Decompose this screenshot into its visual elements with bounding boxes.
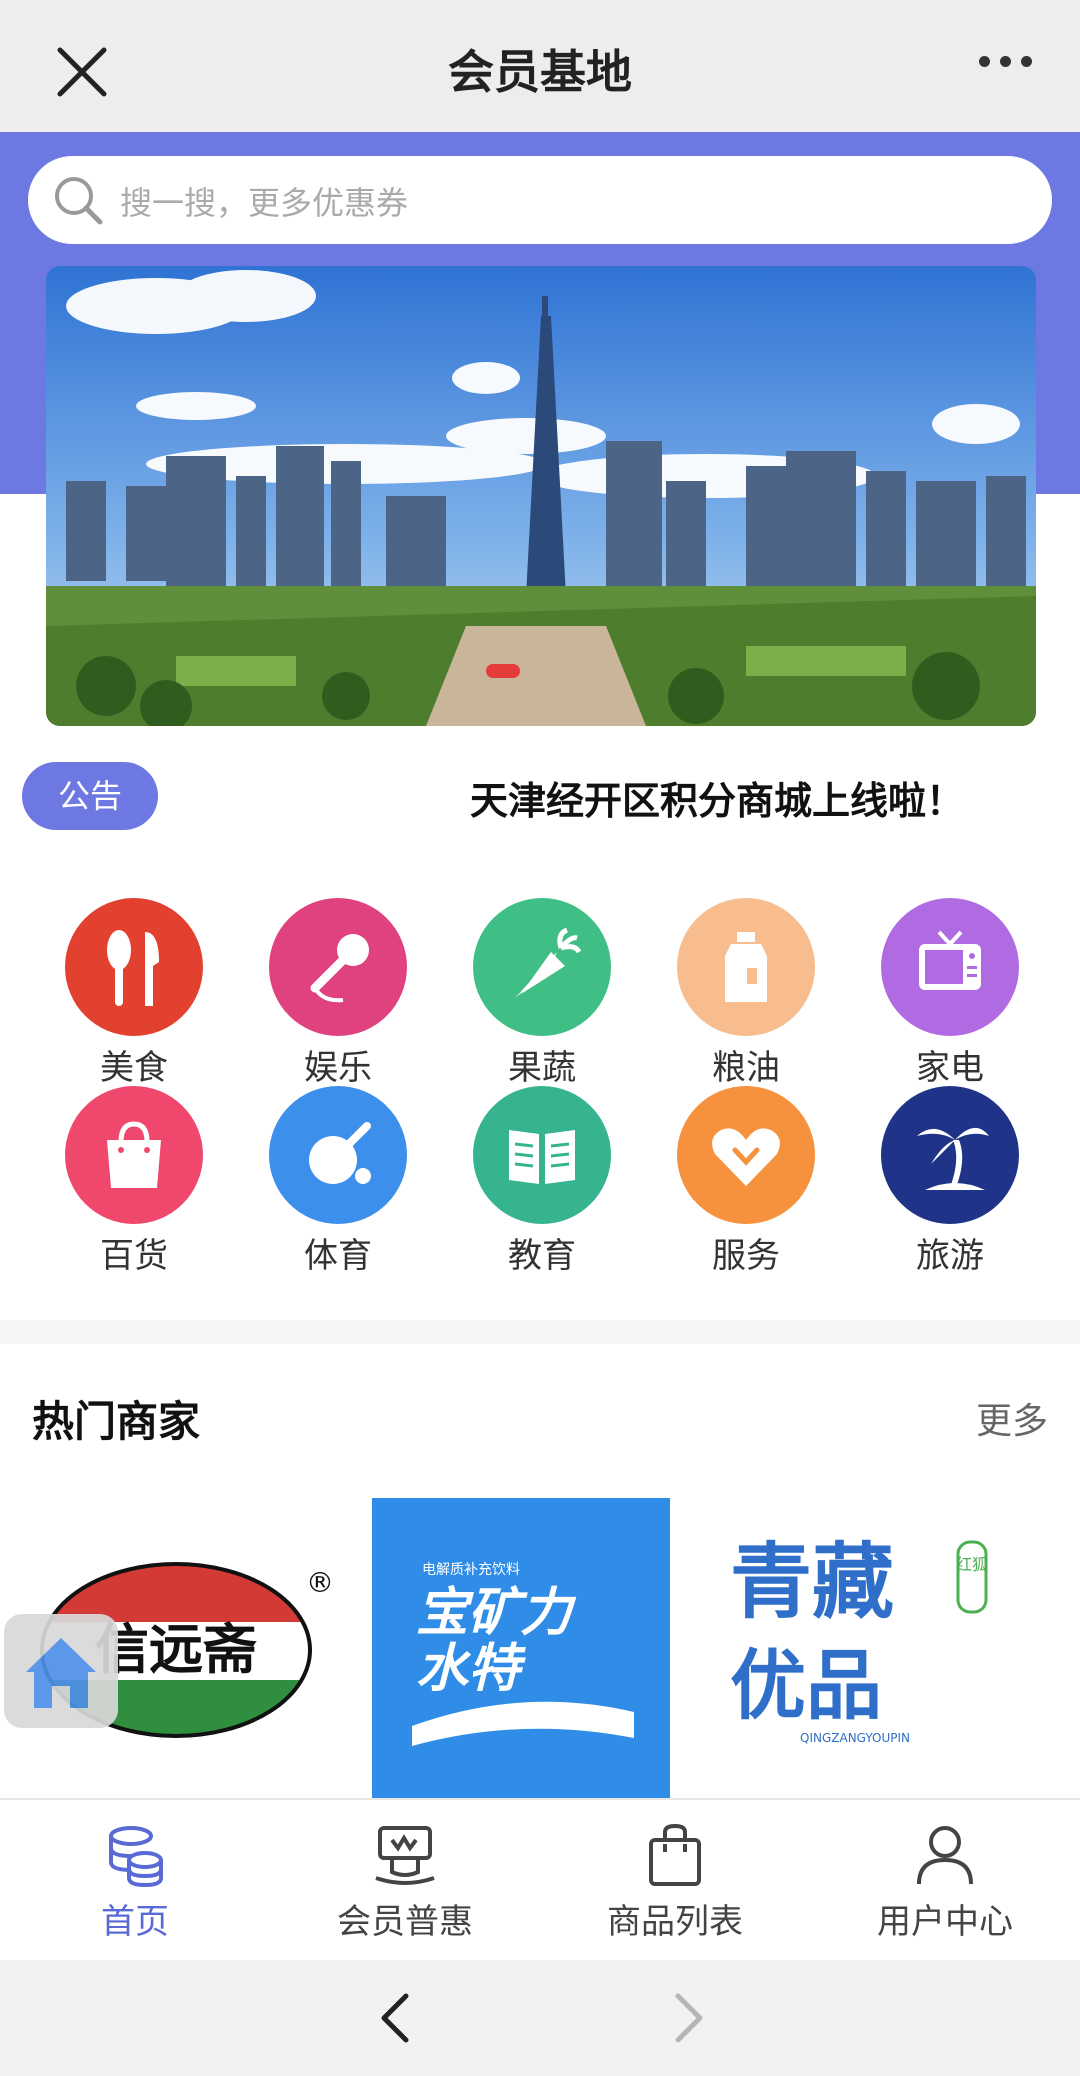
city-skyline-image [46, 266, 1036, 726]
banner-carousel[interactable] [46, 266, 1036, 726]
heart-icon [677, 1086, 815, 1224]
floating-home-button[interactable] [4, 1614, 118, 1728]
bottom-navigation: 首页 会员普惠 商品列表 用户中心 [0, 1798, 1080, 1962]
category-label: 服务 [712, 1236, 780, 1276]
nav-label: 会员普惠 [337, 1902, 473, 1942]
merchant-name-line2: 水特 [416, 1639, 526, 1699]
notice-badge: 公告 [22, 762, 158, 830]
section-divider [0, 1320, 1080, 1344]
more-link[interactable]: 更多 [976, 1392, 1048, 1444]
tv-icon [881, 898, 1019, 1036]
page-title: 会员基地 [448, 45, 632, 99]
vip-icon [375, 1826, 435, 1885]
carousel-indicator[interactable] [486, 664, 520, 678]
browser-toolbar [0, 1960, 1080, 2076]
merchant-carousel: 信远斋 ® 电解质补充饮料 宝矿力 水特 青藏 优品 红狐 QINGZANGYO… [0, 1498, 1080, 1798]
nav-user-center[interactable]: 用户中心 [810, 1822, 1080, 1943]
search-bar[interactable]: 搜一搜，更多优惠券 [28, 156, 1052, 244]
title-bar: 会员基地 [0, 0, 1080, 132]
book-icon [473, 1086, 611, 1224]
merchant-name-line2: 优品 [730, 1641, 882, 1730]
category-service[interactable]: 服务 [644, 1086, 848, 1277]
nav-label: 用户中心 [877, 1902, 1013, 1942]
nav-product-list[interactable]: 商品列表 [540, 1822, 810, 1943]
svg-text:®: ® [306, 1566, 334, 1599]
user-icon [917, 1826, 973, 1885]
nav-label: 商品列表 [607, 1902, 743, 1942]
category-label: 粮油 [712, 1048, 780, 1088]
category-sports[interactable]: 体育 [236, 1086, 440, 1277]
nav-home[interactable]: 首页 [0, 1822, 270, 1943]
hot-merchants-title: 热门商家 [32, 1397, 201, 1446]
nav-label: 首页 [101, 1902, 169, 1942]
search-icon [55, 177, 103, 225]
merchant-sub: QINGZANGYOUPIN [800, 1731, 910, 1745]
category-department[interactable]: 百货 [32, 1086, 236, 1277]
category-education[interactable]: 教育 [440, 1086, 644, 1277]
qingzang-logo: 青藏 优品 红狐 QINGZANGYOUPIN [730, 1535, 988, 1745]
category-food[interactable]: 美食 [32, 898, 236, 1089]
shopping-bag-icon [65, 1086, 203, 1224]
forward-arrow-icon[interactable] [664, 1990, 714, 2046]
merchant-card-pocari[interactable]: 电解质补充饮料 宝矿力 水特 [372, 1498, 670, 1798]
bag-icon [649, 1823, 701, 1886]
category-label: 百货 [100, 1236, 168, 1276]
coins-icon [109, 1826, 163, 1888]
category-entertainment[interactable]: 娱乐 [236, 898, 440, 1089]
category-travel[interactable]: 旅游 [848, 1086, 1052, 1277]
merchant-name: 信远斋 [95, 1617, 257, 1681]
notice-text[interactable]: 天津经开区积分商城上线啦！ [470, 770, 964, 825]
search-input[interactable]: 搜一搜，更多优惠券 [120, 178, 408, 224]
category-label: 果蔬 [508, 1048, 576, 1088]
category-produce[interactable]: 果蔬 [440, 898, 644, 1089]
merchant-name-line1: 宝矿力 [416, 1583, 577, 1643]
category-label: 美食 [100, 1048, 168, 1088]
category-label: 家电 [916, 1048, 984, 1088]
pocari-logo: 电解质补充饮料 宝矿力 水特 [372, 1498, 670, 1798]
category-label: 娱乐 [304, 1048, 372, 1088]
category-label: 旅游 [916, 1236, 984, 1276]
merchant-seal: 红狐 [956, 1555, 988, 1574]
home-icon [26, 1638, 96, 1708]
more-options-icon[interactable] [979, 56, 1032, 67]
category-label: 体育 [304, 1236, 372, 1276]
back-arrow-icon[interactable] [370, 1990, 420, 2046]
oil-bottle-icon [677, 898, 815, 1036]
category-appliance[interactable]: 家电 [848, 898, 1052, 1089]
nav-member-benefits[interactable]: 会员普惠 [270, 1822, 540, 1943]
fork-spoon-icon [65, 898, 203, 1036]
merchant-card-qingzang[interactable]: 青藏 优品 红狐 QINGZANGYOUPIN [700, 1498, 1000, 1798]
category-label: 教育 [508, 1236, 576, 1276]
carrot-icon [473, 898, 611, 1036]
palm-tree-icon [881, 1086, 1019, 1224]
merchant-subtitle: 电解质补充饮料 [422, 1562, 520, 1578]
microphone-icon [269, 898, 407, 1036]
ping-pong-icon [269, 1086, 407, 1224]
category-grain-oil[interactable]: 粮油 [644, 898, 848, 1089]
merchant-name-line1: 青藏 [730, 1535, 894, 1630]
